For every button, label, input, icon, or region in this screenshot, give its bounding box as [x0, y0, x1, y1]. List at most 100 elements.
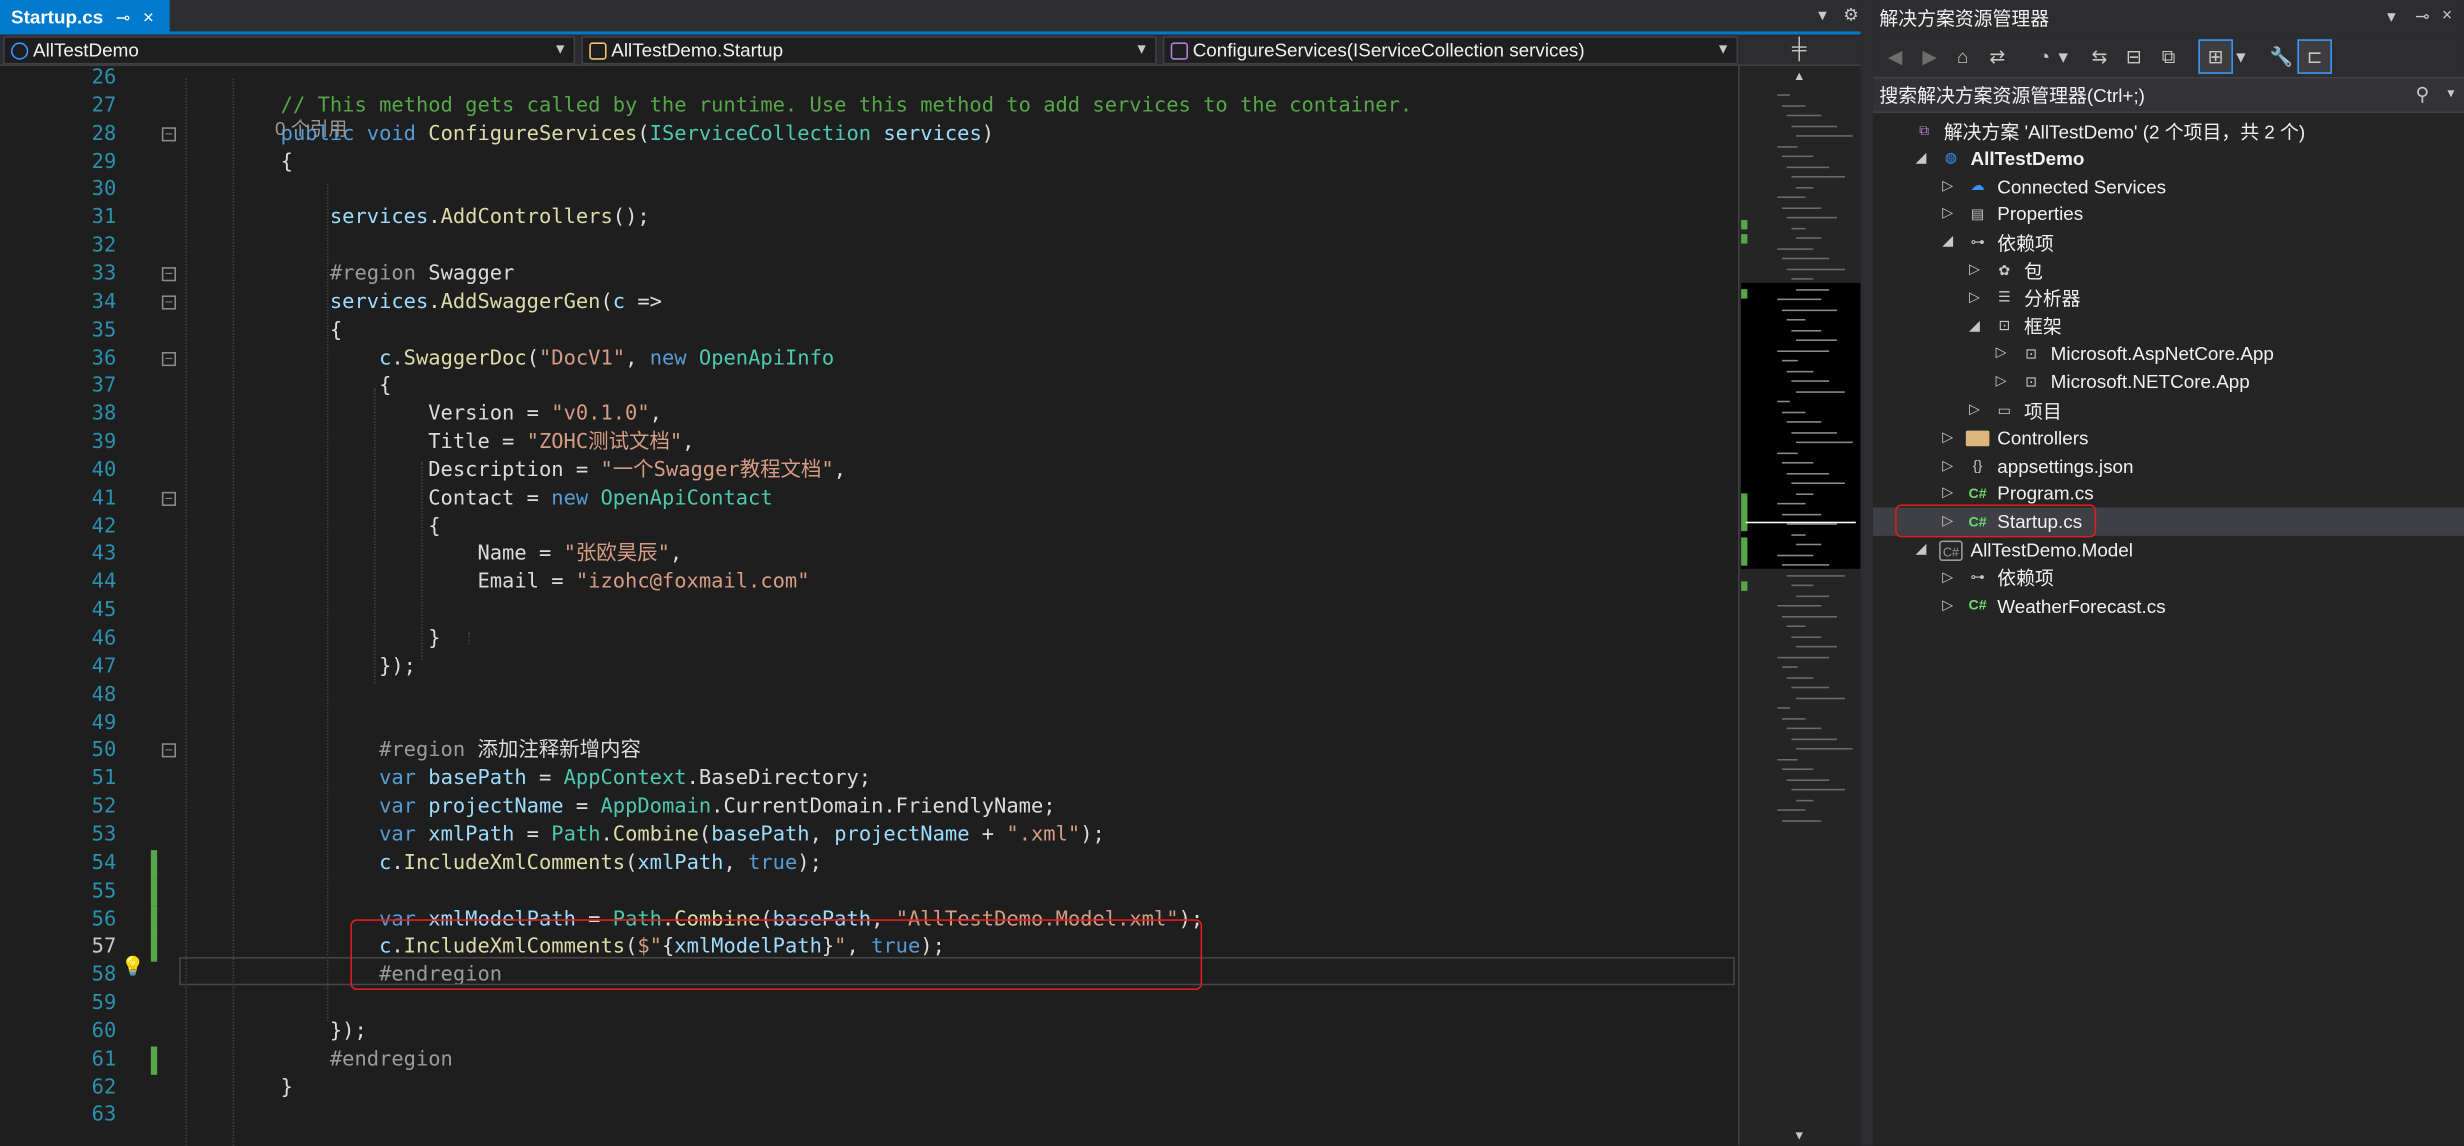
code-editor[interactable]: 26 27 // This method gets called by the r… [0, 65, 1738, 1146]
code-line[interactable]: 29 { [0, 149, 1738, 177]
code-line[interactable]: 53 var xmlPath = Path.Combine(basePath, … [0, 822, 1738, 850]
preview-toggle-icon[interactable]: ⊏ [2297, 39, 2332, 74]
collapse-region-icon[interactable]: − [161, 350, 176, 366]
code-line[interactable]: 42 { [0, 513, 1738, 541]
member-dropdown[interactable]: ConfigureServices(IServiceCollection ser… [1162, 36, 1738, 65]
tree-item[interactable]: ◢ ⊡ 框架 [1873, 312, 2062, 340]
code-line[interactable]: 36 − c.SwaggerDoc("DocV1", new OpenApiInf… [0, 345, 1738, 373]
tab-startup-cs[interactable]: Startup.cs ⊸ × [0, 0, 170, 35]
collapse-region-icon[interactable]: − [161, 126, 176, 141]
preview-selected-items-icon[interactable]: ⊞ [2198, 39, 2233, 74]
code-line[interactable]: 61 #endregion [0, 1046, 1738, 1075]
expand-arrow-icon[interactable]: ▷ [1969, 401, 1980, 418]
tree-item[interactable]: ▷ ⊡ Microsoft.NETCore.App [1873, 368, 2250, 396]
close-panel-icon[interactable]: × [2442, 6, 2452, 25]
reference-count-lens[interactable]: 0 个引用 [275, 118, 347, 140]
expand-arrow-icon[interactable]: ▷ [1942, 177, 1953, 194]
tree-item[interactable]: ◢ C# AllTestDemo.Model [1873, 536, 2133, 564]
scroll-up-icon[interactable]: ▲ [1793, 69, 1805, 83]
code-line[interactable]: 48 [0, 681, 1738, 709]
back-icon[interactable]: ◀ [1883, 44, 1908, 69]
tree-item[interactable]: ▷ ☁ Connected Services [1873, 172, 2166, 200]
code-line[interactable]: 46 } [0, 625, 1738, 653]
collapse-region-icon[interactable]: − [161, 743, 176, 759]
code-line[interactable]: 63 [0, 1102, 1738, 1130]
collapse-region-icon[interactable]: − [161, 294, 176, 310]
collapse-all-icon[interactable]: ⊟ [2121, 44, 2146, 69]
settings-gear-icon[interactable]: ⚙ [1843, 5, 1859, 25]
code-line[interactable]: 27 // This method gets called by the run… [0, 92, 1738, 120]
tree-item[interactable]: ▷ {} appsettings.json [1873, 452, 2133, 480]
code-line[interactable]: 35 { [0, 317, 1738, 345]
code-line[interactable]: 30 [0, 177, 1738, 205]
tree-item[interactable]: ▷ C# WeatherForecast.cs [1873, 592, 2165, 620]
tab-list-dropdown-icon[interactable]: ▾ [1818, 5, 1827, 25]
window-menu-dropdown-icon[interactable]: ▾ [2387, 6, 2396, 27]
scroll-down-icon[interactable]: ▼ [1793, 1128, 1805, 1142]
forward-icon[interactable]: ▶ [1917, 44, 1942, 69]
expand-arrow-icon[interactable]: ▷ [1996, 373, 2007, 390]
code-line[interactable]: 51 var basePath = AppContext.BaseDirecto… [0, 766, 1738, 794]
home-icon[interactable]: ⌂ [1950, 44, 1975, 69]
code-line[interactable]: 54 c.IncludeXmlComments(xmlPath, true); [0, 849, 1738, 879]
tree-item[interactable]: ▷ ✿ 包 [1873, 256, 2043, 284]
tree-item[interactable]: ▷ ▤ Properties [1873, 200, 2083, 228]
expand-arrow-icon[interactable]: ▷ [1942, 485, 1953, 502]
code-minimap[interactable]: ▲ ▼ [1737, 65, 1861, 1146]
chevron-down-icon[interactable]: ▾ [2235, 44, 2248, 69]
code-line[interactable]: 33 − #region Swagger [0, 261, 1738, 289]
collapse-arrow-icon[interactable]: ◢ [1942, 233, 1953, 250]
code-line[interactable]: 44 Email = "izohc@foxmail.com" [0, 569, 1738, 597]
collapse-arrow-icon[interactable]: ◢ [1969, 317, 1980, 334]
code-line[interactable]: 43 Name = "张欧昊辰", [0, 541, 1738, 569]
lightbulb-icon[interactable]: 💡 [121, 955, 144, 980]
code-line[interactable]: 52 var projectName = AppDomain.CurrentDo… [0, 794, 1738, 822]
pin-icon[interactable]: ⊸ [116, 7, 130, 28]
collapse-region-icon[interactable]: − [161, 491, 176, 506]
tree-item[interactable]: ◢ ◍ AllTestDemo [1873, 144, 2085, 172]
collapse-arrow-icon[interactable]: ◢ [1916, 149, 1927, 166]
code-line[interactable]: 34 − services.AddSwaggerGen(c => [0, 289, 1738, 317]
code-line[interactable]: 45 [0, 597, 1738, 625]
panel-splitter[interactable] [1860, 0, 1874, 1146]
minimap-viewport[interactable] [1741, 282, 1861, 569]
code-line[interactable]: 32 [0, 233, 1738, 261]
tree-item[interactable]: ▷ ⊶ 依赖项 [1873, 564, 2054, 592]
code-line[interactable]: 41 − Contact = new OpenApiContact [0, 485, 1738, 513]
pending-changes-filter-icon[interactable]: ◔ [2032, 44, 2057, 69]
code-line[interactable]: 31 services.AddControllers(); [0, 205, 1738, 233]
expand-arrow-icon[interactable]: ▷ [1942, 596, 1953, 613]
code-line[interactable]: 55 [0, 877, 1738, 907]
tree-item[interactable]: ◢ ⊶ 依赖项 [1873, 228, 2054, 256]
pin-panel-icon[interactable]: ⊸ [2415, 6, 2429, 27]
code-line[interactable]: 26 [0, 66, 1738, 93]
class-dropdown[interactable]: AllTestDemo.Startup ▼ [581, 36, 1157, 65]
solution-explorer-search-input[interactable]: 搜索解决方案资源管理器(Ctrl+;) ⚲ ▾ [1873, 78, 2464, 114]
expand-arrow-icon[interactable]: ▷ [1942, 457, 1953, 474]
expand-arrow-icon[interactable]: ▷ [1942, 569, 1953, 586]
tree-item[interactable]: ⧉ 解决方案 'AllTestDemo' (2 个项目，共 2 个) [1873, 116, 2305, 144]
chevron-down-icon[interactable]: ▾ [2447, 85, 2454, 102]
show-all-files-icon[interactable]: ⧉ [2156, 44, 2181, 69]
code-line[interactable]: 59 [0, 990, 1738, 1018]
expand-arrow-icon[interactable]: ▷ [1969, 289, 1980, 306]
collapse-arrow-icon[interactable]: ◢ [1916, 541, 1927, 558]
chevron-down-icon[interactable]: ▾ [2057, 44, 2070, 69]
search-icon[interactable]: ⚲ [2416, 83, 2430, 105]
switch-views-icon[interactable]: ⇄ [1985, 44, 2010, 69]
code-line[interactable]: 49 [0, 710, 1738, 738]
expand-arrow-icon[interactable]: ▷ [1996, 345, 2007, 362]
tree-item[interactable]: ▷ ☰ 分析器 [1873, 284, 2081, 312]
code-line[interactable]: 38 Version = "v0.1.0", [0, 401, 1738, 429]
code-line[interactable]: 62 } [0, 1074, 1738, 1102]
sync-with-document-icon[interactable]: ⇆ [2087, 44, 2112, 69]
code-line[interactable]: 39 Title = "ZOHC测试文档", [0, 429, 1738, 457]
expand-arrow-icon[interactable]: ▷ [1969, 261, 1980, 278]
expand-arrow-icon[interactable]: ▷ [1942, 205, 1953, 222]
expand-arrow-icon[interactable]: ▷ [1942, 429, 1953, 446]
project-dropdown[interactable]: AllTestDemo ▼ [3, 36, 576, 65]
code-line[interactable]: 47 }); [0, 653, 1738, 681]
tree-item[interactable]: ▷ ⊡ Microsoft.AspNetCore.App [1873, 340, 2274, 368]
code-line[interactable]: 28− public void ConfigureServices(IServi… [0, 121, 1738, 149]
tree-item[interactable]: ▷ ▭ 项目 [1873, 396, 2062, 424]
